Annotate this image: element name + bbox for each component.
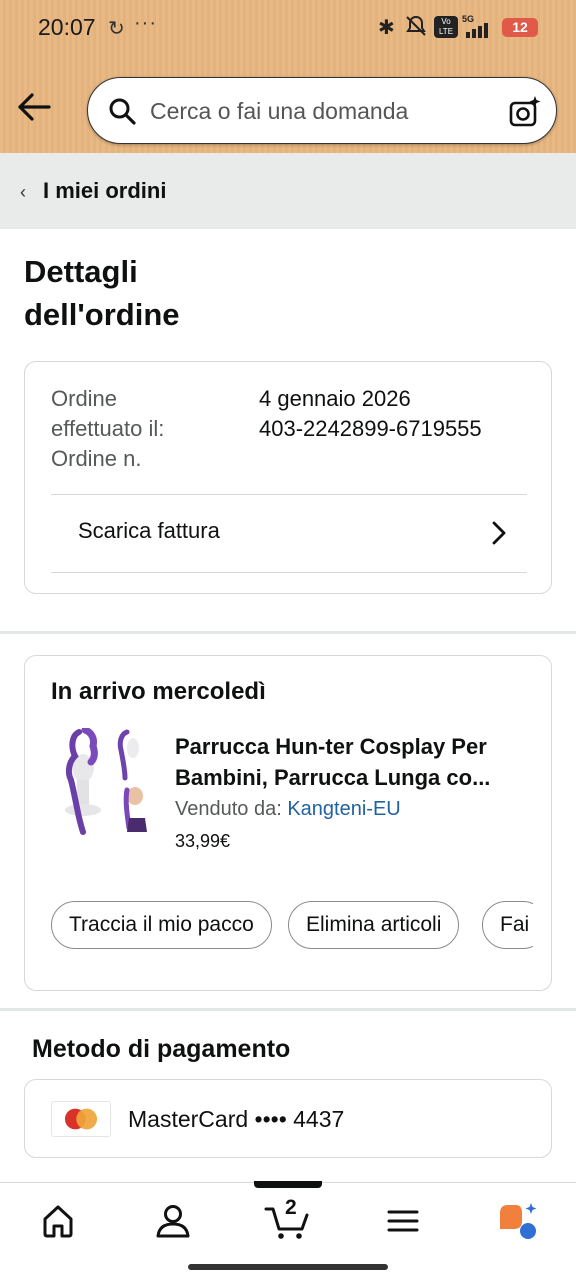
cart-count-badge: 2	[285, 1196, 297, 1219]
system-home-indicator[interactable]	[188, 1264, 388, 1270]
card-text: MasterCard •••• 4437	[128, 1106, 345, 1132]
seller-link[interactable]: Kangteni-EU	[287, 798, 400, 820]
mute-icon	[406, 15, 426, 36]
order-label-2: effettuato il:	[51, 416, 165, 441]
page-title-line1: Dettagli	[24, 254, 138, 289]
rufus-icon[interactable]	[496, 1201, 540, 1241]
search-bar[interactable]	[87, 77, 557, 144]
section-separator	[0, 631, 576, 634]
order-date: 4 gennaio 2026	[259, 386, 411, 411]
search-input[interactable]	[150, 92, 490, 130]
download-invoice-label: Scarica fattura	[78, 518, 220, 543]
chevron-left-icon: ‹	[20, 182, 26, 202]
product-title-line1: Parrucca Hun-ter Cosplay Per	[175, 734, 487, 759]
order-label-3: Ordine n.	[51, 446, 142, 471]
more-action-button[interactable]: Fai	[482, 901, 533, 949]
menu-icon[interactable]	[383, 1201, 423, 1241]
status-bar: 20:07 ↻ ··· ✱ Vo LTE 5G 12	[0, 0, 576, 56]
seller-info: Venduto da: Kangteni-EU	[175, 798, 401, 821]
product-title[interactable]: Parrucca Hun-ter Cosplay Per Bambini, Pa…	[175, 731, 535, 793]
sync-icon: ↻	[108, 18, 125, 40]
track-package-button[interactable]: Traccia il mio pacco	[51, 901, 272, 949]
order-labels: Ordine effettuato il: Ordine n.	[51, 384, 241, 474]
volte-badge: Vo LTE	[434, 16, 458, 38]
battery-indicator: 12	[502, 18, 538, 37]
status-time: 20:07	[38, 14, 96, 40]
camera-sparkle-icon[interactable]	[508, 95, 542, 129]
product-price: 33,99€	[175, 831, 231, 851]
page-title: Dettagli dell'ordine	[24, 250, 324, 336]
shipment-card: In arrivo mercoledì Parrucca Hun-ter Cos…	[24, 655, 552, 991]
page-title-line2: dell'ordine	[24, 297, 180, 332]
chevron-right-icon	[492, 521, 506, 545]
breadcrumb-label[interactable]: I miei ordini	[43, 178, 166, 204]
order-values: 4 gennaio 2026 403-2242899-6719555	[259, 384, 482, 444]
mastercard-icon	[51, 1101, 111, 1137]
home-icon[interactable]	[38, 1201, 78, 1241]
download-invoice-row[interactable]: Scarica fattura	[51, 495, 527, 573]
product-image[interactable]	[55, 728, 151, 836]
shipment-heading: In arrivo mercoledì	[51, 678, 266, 705]
remove-items-button[interactable]: Elimina articoli	[288, 901, 460, 949]
search-icon	[109, 98, 136, 125]
order-number: 403-2242899-6719555	[259, 416, 482, 441]
section-separator	[0, 1008, 576, 1011]
order-info-card: Ordine effettuato il: Ordine n. 4 gennai…	[24, 361, 552, 594]
signal-icon: 5G	[462, 14, 496, 38]
status-dots: ···	[134, 12, 157, 34]
order-label-1: Ordine	[51, 386, 118, 411]
active-tab-indicator	[254, 1181, 322, 1188]
arrow-left-icon[interactable]	[16, 88, 54, 126]
breadcrumb[interactable]: ‹ I miei ordini	[0, 153, 576, 229]
divider	[51, 572, 527, 573]
app-header: 20:07 ↻ ··· ✱ Vo LTE 5G 12	[0, 0, 576, 153]
seller-prefix: Venduto da:	[175, 798, 282, 820]
payment-method-title: Metodo di pagamento	[32, 1035, 291, 1063]
payment-card: MasterCard •••• 4437	[24, 1079, 552, 1158]
account-icon[interactable]	[153, 1201, 193, 1241]
product-title-line2: Bambini, Parrucca Lunga co...	[175, 765, 491, 790]
bluetooth-icon: ✱	[378, 17, 395, 39]
shipment-actions: Traccia il mio pacco Elimina articoli Fa…	[51, 901, 533, 951]
